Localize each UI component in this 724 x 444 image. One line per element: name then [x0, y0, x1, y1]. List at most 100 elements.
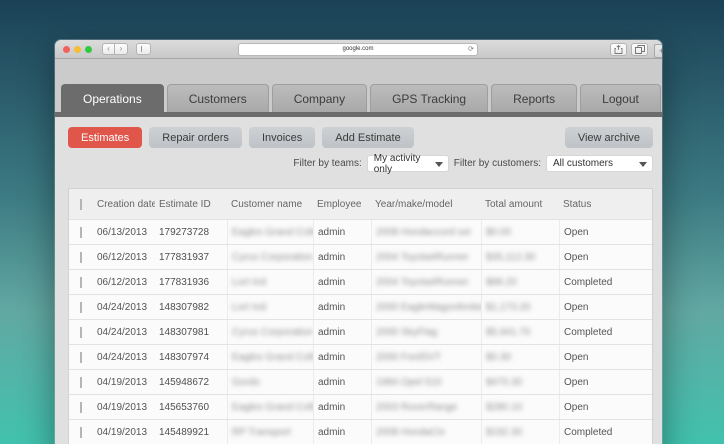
select-all-checkbox[interactable] [80, 198, 82, 210]
total-amount-cell-blurred: $0.30 [486, 351, 512, 363]
view-archive-button[interactable]: View archive [564, 127, 653, 148]
row-checkbox[interactable] [80, 326, 82, 338]
estimate-id-link[interactable]: 179273728 [159, 226, 210, 238]
estimate-id-link[interactable]: 148307981 [159, 326, 210, 338]
estimate-id-cell: 177831936 [155, 276, 227, 288]
repair-orders-button[interactable]: Repair orders [149, 127, 242, 148]
table-header-row: Creation date Estimate ID Customer name … [69, 189, 652, 219]
checkbox-cell [69, 251, 93, 263]
total-amount-cell: $280.10 [481, 395, 559, 419]
column-header-status[interactable]: Status [559, 199, 652, 210]
employee-cell: admin [313, 295, 371, 319]
reload-icon[interactable]: ⟳ [468, 44, 474, 55]
status-cell: Open [559, 295, 652, 319]
url-text: google.com [342, 46, 374, 52]
nav-tabs: Operations Customers Company GPS Tracking Re… [61, 84, 662, 112]
estimate-id-link[interactable]: 145489921 [159, 426, 210, 438]
column-header-creation-date[interactable]: Creation date [93, 199, 155, 210]
creation-date-cell: 06/13/2013 [97, 226, 148, 238]
creation-date-cell: 04/19/2013 [97, 376, 148, 388]
estimate-id-link[interactable]: 148307974 [159, 351, 210, 363]
employee-cell: admin [313, 420, 371, 444]
checkbox-cell [69, 301, 93, 313]
year-make-model-cell: 2004 Toyota4Runner [371, 270, 481, 294]
row-checkbox[interactable] [80, 226, 82, 238]
employee-cell: admin [313, 220, 371, 244]
column-header-customer-name[interactable]: Customer name [227, 199, 313, 210]
customers-dropdown[interactable]: All customers [546, 155, 653, 172]
status-cell: Completed [559, 320, 652, 344]
total-amount-cell-blurred: $35,112.30 [486, 251, 536, 263]
address-bar[interactable]: google.com ⟳ [238, 43, 478, 56]
checkbox-cell [69, 426, 93, 438]
row-checkbox[interactable] [80, 351, 82, 363]
share-icon[interactable] [610, 43, 627, 56]
table-row: 06/12/2013 177831936 Lort Ind admin 2004 Toy… [69, 269, 652, 294]
total-amount-cell-blurred: $0.00 [486, 226, 512, 238]
checkbox-cell [69, 376, 93, 388]
tab-reports[interactable]: Reports [491, 84, 578, 112]
add-estimate-button[interactable]: Add Estimate [322, 127, 414, 148]
total-amount-cell: $88.20 [481, 270, 559, 294]
row-checkbox[interactable] [80, 301, 82, 313]
tab-logout[interactable]: Logout [580, 84, 661, 112]
employee-cell: admin [313, 270, 371, 294]
table-row: 06/12/2013 177831937 Cyrus Corporation admi… [69, 244, 652, 269]
creation-date-cell: 04/19/2013 [97, 426, 148, 438]
back-button[interactable]: ‹ [102, 43, 115, 55]
teams-dropdown[interactable]: My activity only [366, 153, 449, 175]
column-header-total-amount[interactable]: Total amount [481, 199, 559, 210]
row-checkbox[interactable] [80, 426, 82, 438]
column-header-year-make-model[interactable]: Year/make/model [371, 199, 481, 210]
employee-cell: admin [313, 320, 371, 344]
estimates-button[interactable]: Estimates [68, 127, 143, 148]
customer-name-cell: Lort Ind [227, 270, 313, 294]
creation-date-cell: 04/24/2013 [97, 301, 148, 313]
total-amount-cell: $0.30 [481, 345, 559, 369]
new-tab-button[interactable]: + [654, 44, 662, 58]
minimize-window-button[interactable] [74, 45, 81, 53]
row-checkbox[interactable] [80, 401, 82, 413]
table-body: 06/13/2013 179273728 Eagles Grand Colts I.… [69, 219, 652, 444]
estimate-id-link[interactable]: 145948672 [159, 376, 210, 388]
column-header-estimate-id[interactable]: Estimate ID [155, 199, 227, 210]
employee-cell: admin [313, 395, 371, 419]
status-cell: Open [559, 370, 652, 394]
estimate-id-cell: 148307981 [155, 326, 227, 338]
row-checkbox[interactable] [80, 376, 82, 388]
tab-operations[interactable]: Operations [61, 84, 164, 112]
customer-name-cell-blurred: Eagles Grand Colts I... [232, 351, 313, 363]
tab-customers[interactable]: Customers [166, 84, 269, 112]
estimate-id-cell: 145489921 [155, 426, 227, 438]
total-amount-cell: $5,941.70 [481, 320, 559, 344]
estimate-id-link[interactable]: 177831937 [159, 251, 210, 263]
row-checkbox[interactable] [80, 251, 82, 263]
year-make-model-cell: 2008 Hondaccord sxt [371, 220, 481, 244]
creation-date-cell: 04/24/2013 [97, 351, 148, 363]
filter-customers-label: Filter by customers: [453, 158, 541, 169]
column-header-employee[interactable]: Employee [313, 199, 371, 210]
estimate-id-cell: 145653760 [155, 401, 227, 413]
estimate-id-link[interactable]: 145653760 [159, 401, 210, 413]
invoices-button[interactable]: Invoices [248, 127, 316, 148]
row-checkbox[interactable] [80, 276, 82, 288]
year-make-model-cell: 2000 FordSVT [371, 345, 481, 369]
tab-gps-tracking[interactable]: GPS Tracking [370, 84, 489, 112]
forward-button[interactable]: › [115, 43, 128, 55]
zoom-window-button[interactable] [85, 45, 92, 53]
employee-cell: admin [313, 345, 371, 369]
estimate-id-link[interactable]: 148307982 [159, 301, 210, 313]
status-cell: Open [559, 395, 652, 419]
estimate-id-link[interactable]: 177831936 [159, 276, 210, 288]
tab-company[interactable]: Company [271, 84, 368, 112]
checkbox-cell [69, 276, 93, 288]
total-amount-cell-blurred: $88.20 [486, 276, 517, 288]
close-window-button[interactable] [63, 45, 70, 53]
customer-name-cell-blurred: RP Transport [232, 426, 291, 438]
estimate-id-cell: 177831937 [155, 251, 227, 263]
employee-cell: admin [313, 245, 371, 269]
creation-date-cell: 06/12/2013 [97, 276, 148, 288]
table-row: 04/24/2013 148307982 Lort Ind admin 2000 Eag… [69, 294, 652, 319]
sidebar-icon[interactable] [136, 43, 151, 55]
tabs-overview-icon[interactable] [631, 43, 648, 56]
